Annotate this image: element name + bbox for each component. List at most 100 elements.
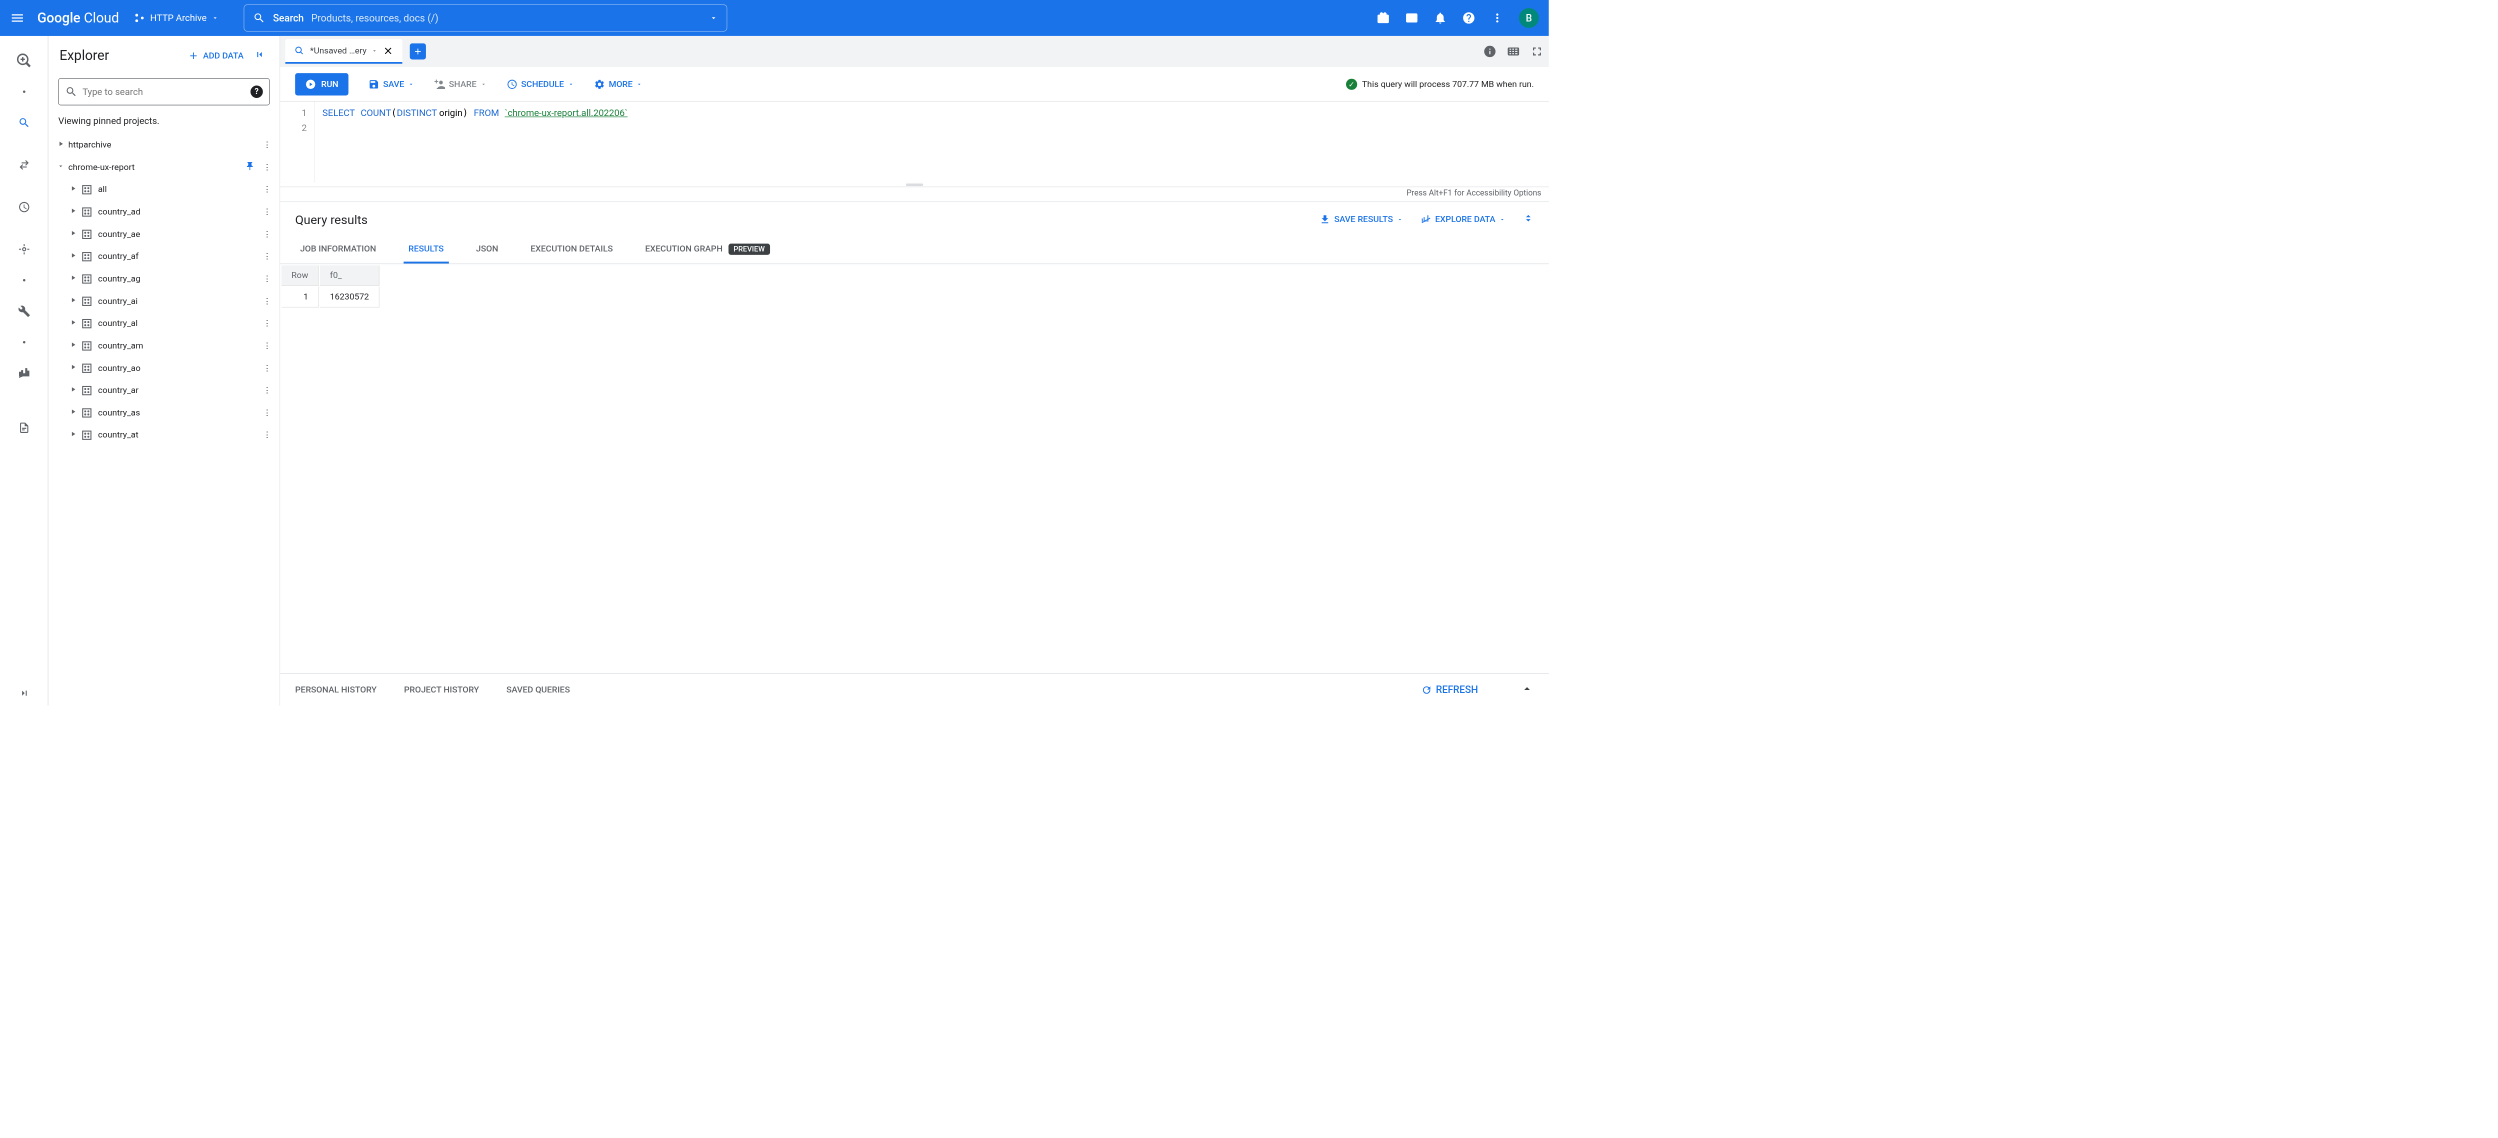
results-panel: Query results SAVE RESULTS EXPLORE DATA … xyxy=(280,202,1549,705)
editor-tab[interactable]: *Unsaved …ery xyxy=(285,39,402,64)
expand-icon[interactable] xyxy=(66,319,81,329)
project-selector[interactable]: HTTP Archive xyxy=(134,12,219,23)
gcp-logo[interactable]: Google Cloud xyxy=(37,10,119,25)
collapse-icon[interactable] xyxy=(53,162,68,172)
help-icon[interactable] xyxy=(1462,11,1476,25)
tab-job-information[interactable]: JOB INFORMATION xyxy=(295,237,381,264)
tab-json[interactable]: JSON xyxy=(471,237,503,264)
expand-icon[interactable] xyxy=(66,229,81,239)
tab-project-history[interactable]: PROJECT HISTORY xyxy=(404,685,479,695)
tree-dataset[interactable]: country_af ⋮ xyxy=(48,246,279,268)
help-icon[interactable]: ? xyxy=(250,86,262,98)
tree-dataset[interactable]: country_ai ⋮ xyxy=(48,290,279,312)
refresh-button[interactable]: REFRESH xyxy=(1421,684,1478,696)
nav-data-transfer[interactable] xyxy=(11,153,36,178)
more-vert-icon[interactable]: ⋮ xyxy=(260,185,275,195)
more-vert-icon[interactable]: ⋮ xyxy=(260,363,275,373)
expand-icon[interactable] xyxy=(53,140,68,150)
expand-icon[interactable] xyxy=(66,296,81,306)
nav-scheduled-queries[interactable] xyxy=(11,195,36,220)
explore-data-button[interactable]: EXPLORE DATA xyxy=(1420,214,1505,225)
more-vert-icon[interactable]: ⋮ xyxy=(260,296,275,306)
avatar[interactable]: B xyxy=(1519,8,1539,28)
explorer-search-input[interactable] xyxy=(82,86,245,97)
tab-personal-history[interactable]: PERSONAL HISTORY xyxy=(295,685,377,695)
search-bar[interactable]: Search Products, resources, docs (/) xyxy=(244,4,728,31)
expand-collapse-icon[interactable] xyxy=(1523,213,1534,227)
more-vert-icon[interactable]: ⋮ xyxy=(260,162,275,172)
close-icon[interactable] xyxy=(383,45,394,56)
fullscreen-icon[interactable] xyxy=(1530,45,1544,59)
expand-icon[interactable] xyxy=(66,274,81,284)
more-vert-icon[interactable]: ⋮ xyxy=(260,386,275,396)
more-vert-icon[interactable]: ⋮ xyxy=(260,207,275,217)
save-results-button[interactable]: SAVE RESULTS xyxy=(1319,214,1403,225)
more-vert-icon[interactable]: ⋮ xyxy=(260,229,275,239)
save-button[interactable]: SAVE xyxy=(368,78,414,89)
explorer-search[interactable]: ? xyxy=(58,78,269,105)
share-button[interactable]: SHARE xyxy=(434,78,486,89)
more-vert-icon[interactable]: ⋮ xyxy=(260,274,275,284)
gift-icon[interactable] xyxy=(1376,11,1390,25)
tree-dataset[interactable]: country_al ⋮ xyxy=(48,312,279,334)
nav-expand-icon[interactable] xyxy=(11,681,36,706)
more-button[interactable]: MORE xyxy=(594,78,643,89)
collapse-explorer-icon[interactable] xyxy=(251,46,268,66)
explorer-tree: httparchive ⋮ chrome-ux-report ⋮ all ⋮ c… xyxy=(48,134,279,706)
check-icon: ✓ xyxy=(1346,78,1357,89)
tree-dataset[interactable]: country_at ⋮ xyxy=(48,424,279,446)
expand-icon[interactable] xyxy=(66,207,81,217)
schedule-button[interactable]: SCHEDULE xyxy=(506,78,574,89)
nav-analytics-hub[interactable] xyxy=(11,237,36,262)
chevron-up-icon[interactable] xyxy=(1520,682,1534,698)
more-vert-icon[interactable]: ⋮ xyxy=(260,408,275,418)
expand-icon[interactable] xyxy=(66,386,81,396)
cloud-shell-icon[interactable] xyxy=(1405,11,1419,25)
more-vert-icon[interactable]: ⋮ xyxy=(260,252,275,262)
tab-saved-queries[interactable]: SAVED QUERIES xyxy=(506,685,570,695)
add-data-button[interactable]: ADD DATA xyxy=(188,50,244,61)
nav-bi-engine[interactable] xyxy=(11,361,36,386)
tree-dataset[interactable]: country_ad ⋮ xyxy=(48,201,279,223)
keyboard-icon[interactable] xyxy=(1507,45,1521,59)
tab-results[interactable]: RESULTS xyxy=(403,237,448,264)
tree-dataset[interactable]: all ⋮ xyxy=(48,179,279,201)
more-vert-icon[interactable]: ⋮ xyxy=(260,140,275,150)
tree-dataset[interactable]: country_ao ⋮ xyxy=(48,357,279,379)
expand-icon[interactable] xyxy=(66,252,81,262)
expand-icon[interactable] xyxy=(66,430,81,440)
tree-dataset[interactable]: country_ae ⋮ xyxy=(48,223,279,245)
code-area[interactable]: SELECT COUNT(DISTINCT origin) FROM `chro… xyxy=(315,102,635,183)
tree-dataset[interactable]: country_am ⋮ xyxy=(48,335,279,357)
tree-dataset[interactable]: country_ar ⋮ xyxy=(48,379,279,401)
tab-execution-graph[interactable]: EXECUTION GRAPH PREVIEW xyxy=(640,237,775,264)
run-button[interactable]: RUN xyxy=(295,73,348,95)
table-row[interactable]: 1 16230572 xyxy=(281,287,379,307)
more-vert-icon[interactable]: ⋮ xyxy=(260,319,275,329)
col-header: f0_ xyxy=(320,265,379,285)
more-vert-icon[interactable] xyxy=(1490,11,1504,25)
expand-icon[interactable] xyxy=(66,185,81,195)
dataset-icon xyxy=(81,340,93,352)
sql-editor[interactable]: 1 2 SELECT COUNT(DISTINCT origin) FROM `… xyxy=(280,102,1549,183)
expand-icon[interactable] xyxy=(66,363,81,373)
pin-icon[interactable] xyxy=(245,161,255,173)
more-vert-icon[interactable]: ⋮ xyxy=(260,430,275,440)
nav-admin[interactable] xyxy=(11,299,36,324)
info-icon[interactable] xyxy=(1483,45,1497,59)
tree-project-httparchive[interactable]: httparchive ⋮ xyxy=(48,134,279,156)
expand-icon[interactable] xyxy=(66,408,81,418)
tree-dataset[interactable]: country_ag ⋮ xyxy=(48,268,279,290)
more-vert-icon[interactable]: ⋮ xyxy=(260,341,275,351)
hamburger-icon[interactable] xyxy=(10,11,25,26)
new-tab-button[interactable] xyxy=(410,43,426,59)
tree-dataset[interactable]: country_as ⋮ xyxy=(48,402,279,424)
dropdown-icon[interactable] xyxy=(372,47,378,53)
notifications-icon[interactable] xyxy=(1433,11,1447,25)
tree-project-chrome-ux-report[interactable]: chrome-ux-report ⋮ xyxy=(48,156,279,178)
nav-bigquery-logo[interactable] xyxy=(11,48,36,73)
nav-capacity[interactable] xyxy=(11,415,36,440)
expand-icon[interactable] xyxy=(66,341,81,351)
nav-sql-workspace[interactable] xyxy=(11,110,36,135)
tab-execution-details[interactable]: EXECUTION DETAILS xyxy=(526,237,618,264)
